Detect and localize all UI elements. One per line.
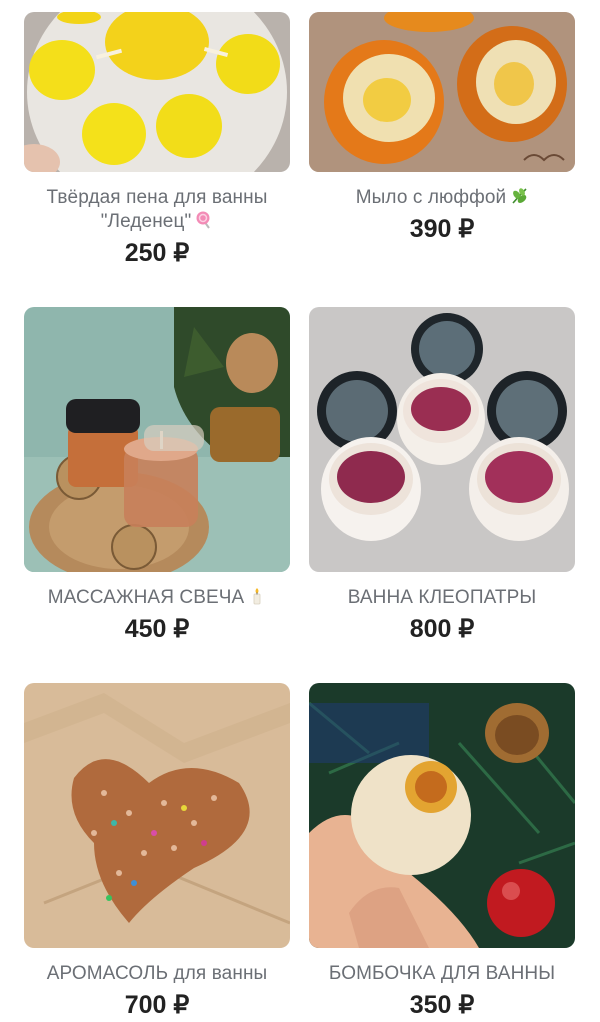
product-title: БОМБОЧКА ДЛЯ ВАННЫ	[309, 962, 575, 986]
product-title-line2: "Леденец"	[100, 211, 192, 232]
product-title-line1: МАССАЖНАЯ СВЕЧА	[47, 587, 245, 608]
product-title-line1: Мыло с люффой	[355, 187, 507, 208]
product-price: 700 ₽	[124, 991, 190, 1019]
product-image-aroma-salt[interactable]	[24, 683, 290, 948]
product-price: 800 ₽	[409, 615, 475, 643]
product-title-line1: Твёрдая пена для ванны	[46, 187, 268, 208]
product-title-line1: БОМБОЧКА ДЛЯ ВАННЫ	[328, 963, 556, 984]
product-title: ВАННА КЛЕОПАТРЫ	[309, 586, 575, 610]
product-image-foam[interactable]	[24, 12, 290, 172]
product-title: АРОМАСОЛЬ для ванны	[24, 962, 290, 986]
product-image-bath-bomb[interactable]	[309, 683, 575, 948]
product-price: 250 ₽	[124, 239, 190, 267]
product-price: 450 ₽	[124, 615, 190, 643]
product-title-line1: АРОМАСОЛЬ для ванны	[46, 963, 268, 984]
product-image-loofah-soap[interactable]	[309, 12, 575, 172]
product-grid: Твёрдая пена для ванны "Леденец" 250 ₽ М…	[0, 0, 600, 1022]
product-title-line1: ВАННА КЛЕОПАТРЫ	[347, 587, 537, 608]
product-image-cleopatra-bath[interactable]	[309, 307, 575, 572]
lollipop-icon	[196, 211, 211, 229]
product-title: Твёрдая пена для ванны "Леденец"	[24, 186, 290, 234]
product-price: 390 ₽	[409, 215, 475, 243]
product-image-massage-candle[interactable]	[24, 307, 290, 572]
product-title: МАССАЖНАЯ СВЕЧА	[24, 586, 290, 610]
product-price: 350 ₽	[409, 991, 475, 1019]
herb-icon	[512, 188, 527, 204]
product-title: Мыло с люффой	[309, 186, 575, 210]
candle-icon	[253, 588, 261, 605]
